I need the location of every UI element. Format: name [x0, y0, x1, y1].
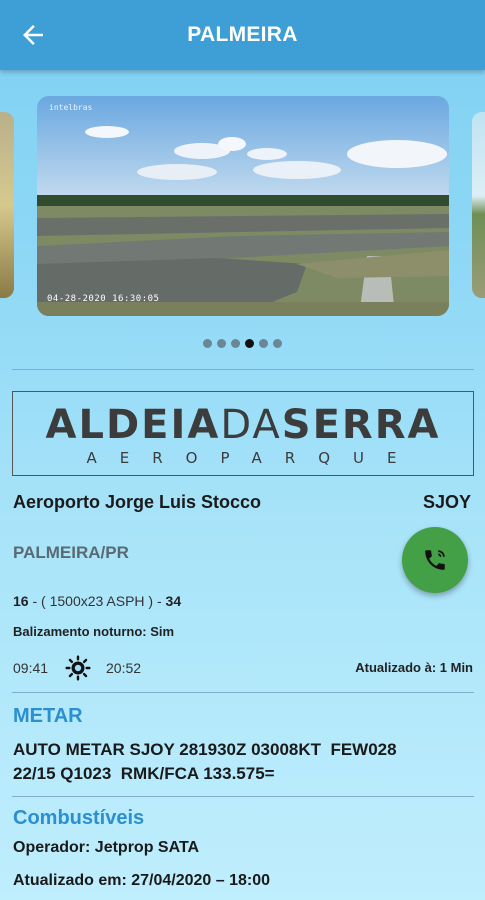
phone-ringing-icon — [425, 550, 445, 570]
app-bar: PALMEIRA — [0, 0, 485, 70]
camera-carousel[interactable]: intelbras 04-28-2020 16:30:05 — [0, 96, 485, 318]
camera-preview-next[interactable] — [472, 112, 485, 298]
carousel-dot-active[interactable] — [245, 339, 254, 348]
camera-preview-previous[interactable] — [0, 112, 14, 298]
sun-icon — [65, 655, 91, 681]
carousel-dot[interactable] — [231, 339, 240, 348]
aerodrome-logo: ALDEIADASERRA AEROPARQUE — [12, 391, 474, 476]
metar-title: METAR — [13, 705, 83, 727]
carousel-dot[interactable] — [203, 339, 212, 348]
airport-name: Aeroporto Jorge Luis Stocco — [13, 492, 262, 512]
night-lighting-status: Balizamento noturno: Sim — [13, 624, 175, 639]
carousel-dot[interactable] — [217, 339, 226, 348]
divider — [12, 369, 474, 370]
metar-report: AUTO METAR SJOY 281930Z 03008KT FEW028 2… — [13, 740, 397, 783]
last-updated: Atualizado à: 1 Min — [355, 660, 473, 675]
sunset-time: 20:52 — [106, 660, 142, 676]
camera-watermark: intelbras — [49, 103, 93, 112]
camera-image[interactable]: intelbras 04-28-2020 16:30:05 — [37, 96, 449, 316]
sunrise-time: 09:41 — [13, 660, 49, 676]
carousel-page-indicator — [0, 339, 485, 348]
fuel-operator: Operador: Jetprop SATA — [13, 839, 200, 856]
call-button[interactable] — [402, 527, 468, 593]
divider — [12, 796, 474, 797]
carousel-dot[interactable] — [259, 339, 268, 348]
airport-city: PALMEIRA/PR — [13, 543, 129, 562]
camera-timestamp: 04-28-2020 16:30:05 — [47, 294, 160, 304]
back-button[interactable] — [18, 20, 48, 50]
icao-code: SJOY — [422, 492, 471, 512]
arrow-left-icon — [23, 25, 43, 45]
logo-subtitle: AEROPARQUE — [86, 449, 420, 467]
page-title: PALMEIRA — [187, 23, 298, 46]
fuel-updated: Atualizado em: 27/04/2020 – 18:00 — [13, 872, 271, 889]
sun-times-row: 09:41 20:52 Atualizado à: 1 Min — [13, 655, 473, 681]
divider — [12, 692, 474, 693]
runway-info: 16 - ( 1500x23 ASPH ) - 34 — [13, 593, 182, 609]
logo-title: ALDEIADASERRA — [45, 402, 441, 448]
fuel-title: Combustíveis — [13, 807, 145, 829]
carousel-dot[interactable] — [273, 339, 282, 348]
